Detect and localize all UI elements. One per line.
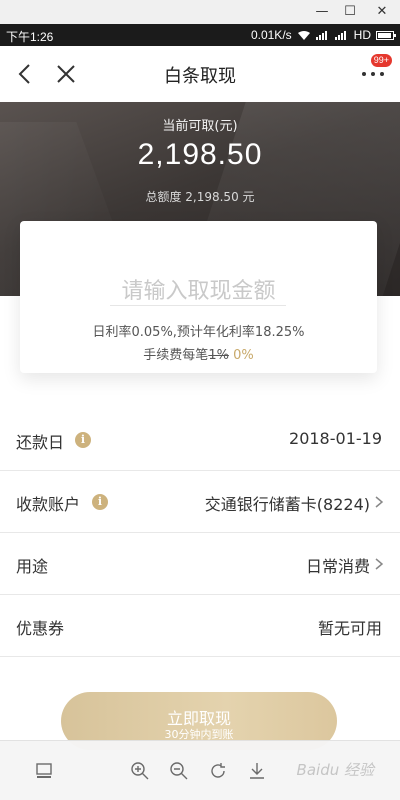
fee-original: 1% <box>208 348 229 363</box>
row-value: 日常消费 <box>305 557 370 576</box>
viewer-toolbar: Baidu 经验 <box>0 740 400 800</box>
maximize-icon[interactable]: ☐ <box>340 2 360 22</box>
watermark: Baidu 经验 <box>296 761 374 779</box>
row-label: 用途 <box>16 557 49 576</box>
download-icon[interactable] <box>247 761 267 781</box>
available-amount: 2,198.50 <box>137 138 263 171</box>
receiving-account-row[interactable]: 收款账户 i 交通银行储蓄卡(8224) <box>0 471 400 533</box>
window-close-icon[interactable]: ✕ <box>372 2 392 22</box>
row-value: 暂无可用 <box>317 619 382 638</box>
total-credit: 总额度 2,198.50 元 <box>145 190 255 204</box>
status-indicators: 0.01K/s HD <box>250 28 396 42</box>
row-label: 收款账户 <box>16 495 81 514</box>
fee-label: 手续费每笔 <box>143 348 209 363</box>
status-time: 下午1:26 <box>6 30 54 44</box>
window-title-bar: — ☐ ✕ <box>0 0 400 24</box>
withdraw-card: 请输入取现金额 日利率0.05%,预计年化利率18.25% 手续费每笔1% 0% <box>20 221 377 373</box>
notification-badge: 99+ <box>370 54 392 67</box>
input-underline <box>110 305 286 306</box>
fee-current: 0% <box>233 348 254 363</box>
amount-input[interactable]: 请输入取现金额 <box>20 273 377 305</box>
chevron-right-icon <box>375 496 384 508</box>
wifi-icon <box>297 30 310 40</box>
rotate-icon[interactable] <box>208 761 228 781</box>
nav-bar: 白条取现 99+ <box>0 46 400 102</box>
signal-icon <box>315 30 330 40</box>
repayment-date-row: 还款日 i 2018-01-19 <box>0 409 400 471</box>
zoom-in-icon[interactable] <box>130 761 150 781</box>
network-speed: 0.01K/s <box>250 28 292 42</box>
more-icon[interactable] <box>362 68 386 78</box>
chevron-right-icon <box>375 558 384 570</box>
zoom-out-icon[interactable] <box>169 761 189 781</box>
info-icon[interactable]: i <box>92 494 108 510</box>
row-label: 还款日 <box>16 433 65 452</box>
network-type: HD <box>353 28 371 42</box>
page-title: 白条取现 <box>164 66 236 87</box>
coupon-row[interactable]: 优惠券 暂无可用 <box>0 595 400 657</box>
row-label: 优惠券 <box>16 619 65 638</box>
minimize-icon[interactable]: — <box>312 2 332 22</box>
interest-rate-text: 日利率0.05%,预计年化利率18.25% <box>92 325 305 340</box>
page: — ☐ ✕ 下午1:26 0.01K/s HD 白条取现 99+ 当前可取(元)… <box>0 0 400 800</box>
signal-icon <box>334 30 349 40</box>
row-value: 2018-01-19 <box>289 429 382 448</box>
available-label: 当前可取(元) <box>162 119 238 134</box>
battery-icon <box>376 30 396 40</box>
thumbnail-icon[interactable] <box>34 761 54 781</box>
purpose-row[interactable]: 用途 日常消费 <box>0 533 400 595</box>
info-icon[interactable]: i <box>75 432 91 448</box>
status-bar: 下午1:26 0.01K/s HD <box>0 24 400 46</box>
fee-text: 手续费每笔1% 0% <box>20 344 377 363</box>
row-value: 交通银行储蓄卡(8224) <box>204 495 370 514</box>
